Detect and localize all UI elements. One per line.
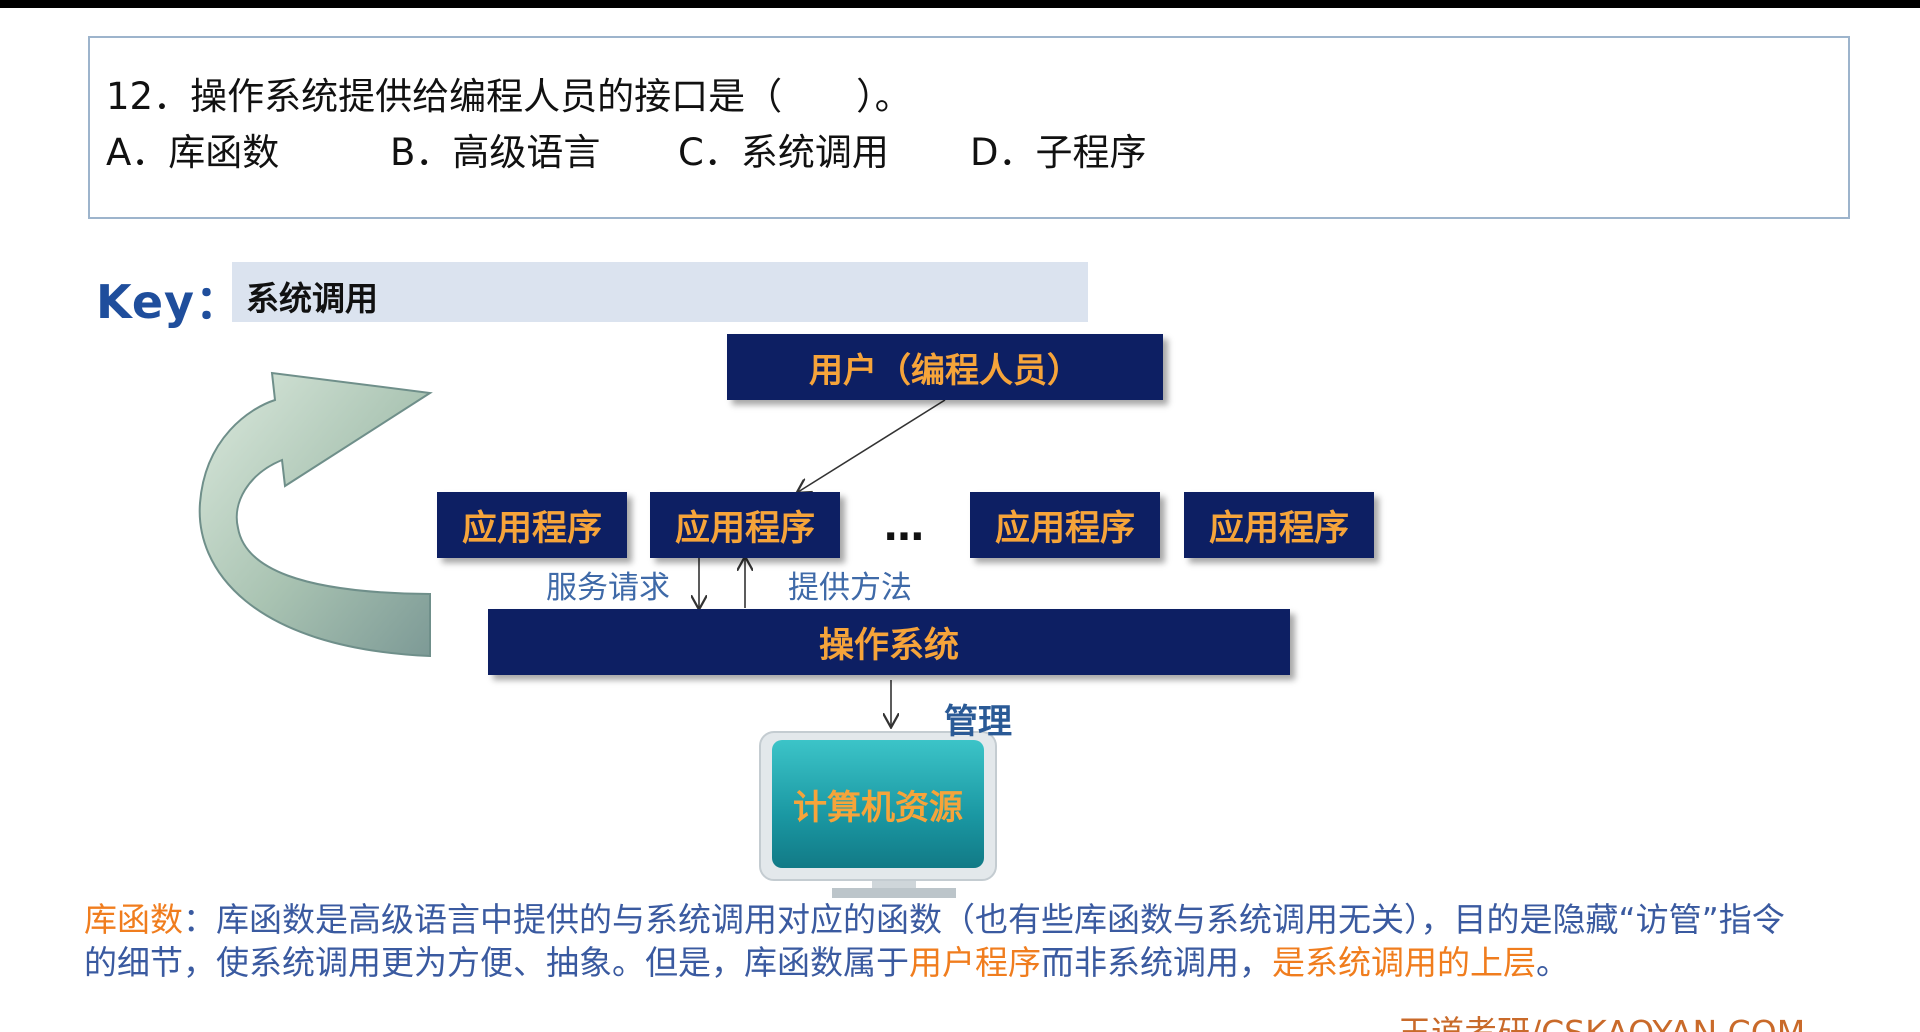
app-box-4: 应用程序 — [1184, 492, 1374, 558]
explanation-part2: 而非系统调用， — [1041, 943, 1272, 982]
user-to-app-arrow — [798, 399, 946, 492]
explanation-highlight-upper-layer: 是系统调用的上层 — [1272, 943, 1536, 982]
explanation-term: 库函数 — [84, 900, 183, 939]
slide: 12．操作系统提供给编程人员的接口是（ ）。 A．库函数 B．高级语言 C．系统… — [0, 8, 1920, 1032]
computer-resource-label: 计算机资源 — [793, 787, 963, 828]
ellipsis: … — [884, 504, 928, 550]
explanation-colon: ： — [183, 900, 216, 939]
manage-label: 管理 — [944, 702, 1012, 742]
service-request-label: 服务请求 — [546, 570, 670, 606]
app-box-2: 应用程序 — [650, 492, 840, 558]
diagram-graphics — [198, 371, 997, 898]
provide-method-label: 提供方法 — [788, 570, 912, 606]
watermark: 王道考研/CSKAOYAN.COM — [1398, 1006, 1805, 1032]
monitor-base — [832, 888, 956, 898]
app-box-1: 应用程序 — [437, 492, 627, 558]
explanation-highlight-user-program: 用户程序 — [909, 943, 1041, 982]
explanation-end: 。 — [1536, 943, 1569, 982]
os-box: 操作系统 — [488, 609, 1290, 675]
explanation-paragraph: 库函数：库函数是高级语言中提供的与系统调用对应的函数（也有些库函数与系统调用无关… — [84, 898, 1804, 984]
user-box: 用户（编程人员） — [727, 334, 1163, 400]
app-box-3: 应用程序 — [970, 492, 1160, 558]
curved-arrow-icon — [198, 371, 433, 658]
